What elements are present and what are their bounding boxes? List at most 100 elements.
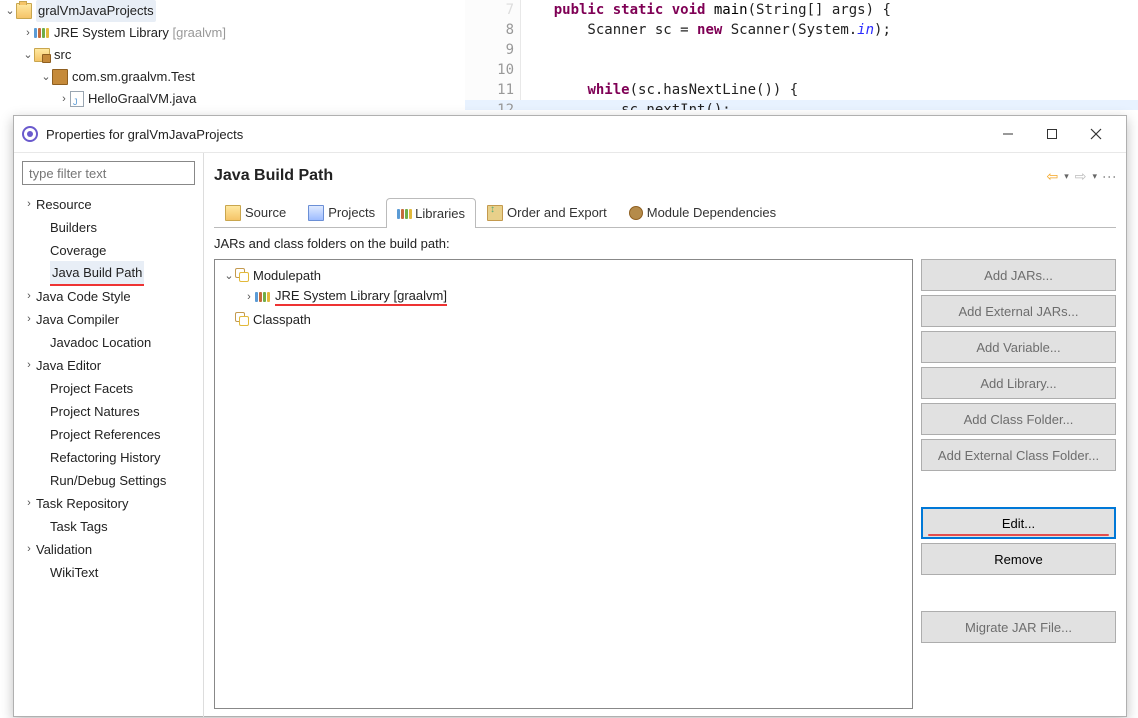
category-label: Project Facets bbox=[50, 377, 133, 400]
button-column: Add JARs... Add External JARs... Add Var… bbox=[921, 259, 1116, 709]
tree-row-jre[interactable]: › JRE System Library [graalvm] bbox=[0, 22, 465, 44]
category-label: Builders bbox=[50, 216, 97, 239]
category-label: Task Repository bbox=[36, 492, 128, 515]
chevron-right-icon[interactable]: › bbox=[243, 291, 255, 303]
category-item[interactable]: Javadoc Location bbox=[22, 331, 195, 354]
category-item[interactable]: Java Build Path bbox=[22, 262, 195, 285]
chevron-down-icon[interactable]: ⌄ bbox=[223, 269, 235, 282]
tree-row-jre-lib[interactable]: › JRE System Library [graalvm] bbox=[219, 286, 908, 308]
category-item[interactable]: ›Task Repository bbox=[22, 492, 195, 515]
category-label: Java Editor bbox=[36, 354, 101, 377]
category-item[interactable]: Project Facets bbox=[22, 377, 195, 400]
add-external-class-folder-button[interactable]: Add External Class Folder... bbox=[921, 439, 1116, 471]
category-label: Project References bbox=[50, 423, 161, 446]
forward-icon[interactable]: ⇨ bbox=[1075, 168, 1087, 185]
tab-module-deps[interactable]: Module Dependencies bbox=[618, 197, 787, 227]
chevron-right-icon[interactable]: › bbox=[22, 354, 36, 377]
source-icon bbox=[225, 205, 241, 221]
module-icon bbox=[629, 206, 643, 220]
chevron-right-icon[interactable]: › bbox=[22, 22, 34, 44]
dialog-title: Properties for gralVmJavaProjects bbox=[46, 127, 986, 142]
category-label: Javadoc Location bbox=[50, 331, 151, 354]
chevron-down-icon[interactable]: ⌄ bbox=[4, 0, 16, 22]
maximize-button[interactable] bbox=[1030, 120, 1074, 148]
category-item[interactable]: Task Tags bbox=[22, 515, 195, 538]
add-external-jars-button[interactable]: Add External JARs... bbox=[921, 295, 1116, 327]
tab-libraries[interactable]: Libraries bbox=[386, 198, 476, 228]
chevron-right-icon[interactable]: › bbox=[22, 285, 36, 308]
tab-order-export[interactable]: Order and Export bbox=[476, 197, 618, 227]
category-label: Task Tags bbox=[50, 515, 108, 538]
tab-bar: Source Projects Libraries Order and Expo… bbox=[214, 197, 1116, 228]
libraries-tree[interactable]: ⌄ Modulepath › JRE System Library [graal… bbox=[214, 259, 913, 709]
close-button[interactable] bbox=[1074, 120, 1118, 148]
category-item[interactable]: ›Java Code Style bbox=[22, 285, 195, 308]
tree-row-classpath[interactable]: › Classpath bbox=[219, 308, 908, 330]
category-item[interactable]: Project References bbox=[22, 423, 195, 446]
jre-lib-label: JRE System Library [graalvm] bbox=[275, 288, 447, 306]
back-icon[interactable]: ⇦ bbox=[1046, 168, 1058, 185]
chevron-right-icon[interactable]: › bbox=[58, 88, 70, 110]
add-variable-button[interactable]: Add Variable... bbox=[921, 331, 1116, 363]
project-name: gralVmJavaProjects bbox=[36, 0, 156, 22]
category-item[interactable]: ›Validation bbox=[22, 538, 195, 561]
package-explorer: ⌄ gralVmJavaProjects › JRE System Librar… bbox=[0, 0, 465, 110]
category-label: Java Build Path bbox=[50, 261, 144, 286]
category-item[interactable]: Project Natures bbox=[22, 400, 195, 423]
add-jars-button[interactable]: Add JARs... bbox=[921, 259, 1116, 291]
category-label: Coverage bbox=[50, 239, 106, 262]
chevron-down-icon[interactable]: ⌄ bbox=[40, 66, 52, 88]
category-item[interactable]: ›Resource bbox=[22, 193, 195, 216]
project-icon bbox=[16, 3, 32, 19]
tree-row-project[interactable]: ⌄ gralVmJavaProjects bbox=[0, 0, 465, 22]
chevron-right-icon[interactable]: › bbox=[22, 193, 36, 216]
category-label: Resource bbox=[36, 193, 92, 216]
code-line: Scanner sc = new Scanner(System.in); bbox=[520, 20, 1138, 40]
tab-projects[interactable]: Projects bbox=[297, 197, 386, 227]
category-label: Java Compiler bbox=[36, 308, 119, 331]
edit-button[interactable]: Edit... bbox=[921, 507, 1116, 539]
editor-code[interactable]: public static void main(String[] args) {… bbox=[520, 0, 1138, 110]
code-editor[interactable]: 7 8 9 10 11 12 public static void main(S… bbox=[465, 0, 1138, 110]
tab-source[interactable]: Source bbox=[214, 197, 297, 227]
filter-input[interactable] bbox=[22, 161, 195, 185]
code-line: sc.nextInt(); bbox=[520, 100, 1138, 110]
category-label: WikiText bbox=[50, 561, 98, 584]
library-icon bbox=[255, 292, 271, 302]
tree-row-package[interactable]: ⌄ com.sm.graalvm.Test bbox=[0, 66, 465, 88]
category-item[interactable]: Coverage bbox=[22, 239, 195, 262]
category-item[interactable]: Run/Debug Settings bbox=[22, 469, 195, 492]
chevron-down-icon[interactable]: ⌄ bbox=[22, 44, 34, 66]
category-label: Run/Debug Settings bbox=[50, 469, 166, 492]
titlebar[interactable]: Properties for gralVmJavaProjects bbox=[14, 116, 1126, 153]
tree-row-modulepath[interactable]: ⌄ Modulepath bbox=[219, 264, 908, 286]
category-label: Project Natures bbox=[50, 400, 140, 423]
sub-header: JARs and class folders on the build path… bbox=[214, 236, 1116, 251]
tree-row-javafile[interactable]: › HelloGraalVM.java bbox=[0, 88, 465, 110]
chevron-right-icon[interactable]: › bbox=[22, 538, 36, 561]
tree-row-src[interactable]: ⌄ src bbox=[0, 44, 465, 66]
category-list: ›ResourceBuildersCoverageJava Build Path… bbox=[14, 153, 204, 717]
kebab-menu-icon[interactable]: ⋮ bbox=[1101, 170, 1118, 183]
category-label: Refactoring History bbox=[50, 446, 161, 469]
category-item[interactable]: Refactoring History bbox=[22, 446, 195, 469]
chevron-right-icon[interactable]: › bbox=[22, 308, 36, 331]
page-title: Java Build Path bbox=[214, 167, 1046, 185]
forward-menu-icon[interactable]: ▾ bbox=[1092, 171, 1097, 182]
migrate-jar-button[interactable]: Migrate JAR File... bbox=[921, 611, 1116, 643]
add-class-folder-button[interactable]: Add Class Folder... bbox=[921, 403, 1116, 435]
back-menu-icon[interactable]: ▾ bbox=[1064, 171, 1069, 182]
category-item[interactable]: Builders bbox=[22, 216, 195, 239]
chevron-right-icon[interactable]: › bbox=[22, 492, 36, 515]
category-item[interactable]: WikiText bbox=[22, 561, 195, 584]
jre-bracket: [graalvm] bbox=[173, 22, 226, 44]
minimize-button[interactable] bbox=[986, 120, 1030, 148]
order-icon bbox=[487, 205, 503, 221]
add-library-button[interactable]: Add Library... bbox=[921, 367, 1116, 399]
java-file-label: HelloGraalVM.java bbox=[88, 88, 196, 110]
remove-button[interactable]: Remove bbox=[921, 543, 1116, 575]
source-folder-icon bbox=[34, 48, 50, 62]
category-item[interactable]: ›Java Compiler bbox=[22, 308, 195, 331]
library-icon bbox=[397, 207, 411, 221]
category-item[interactable]: ›Java Editor bbox=[22, 354, 195, 377]
